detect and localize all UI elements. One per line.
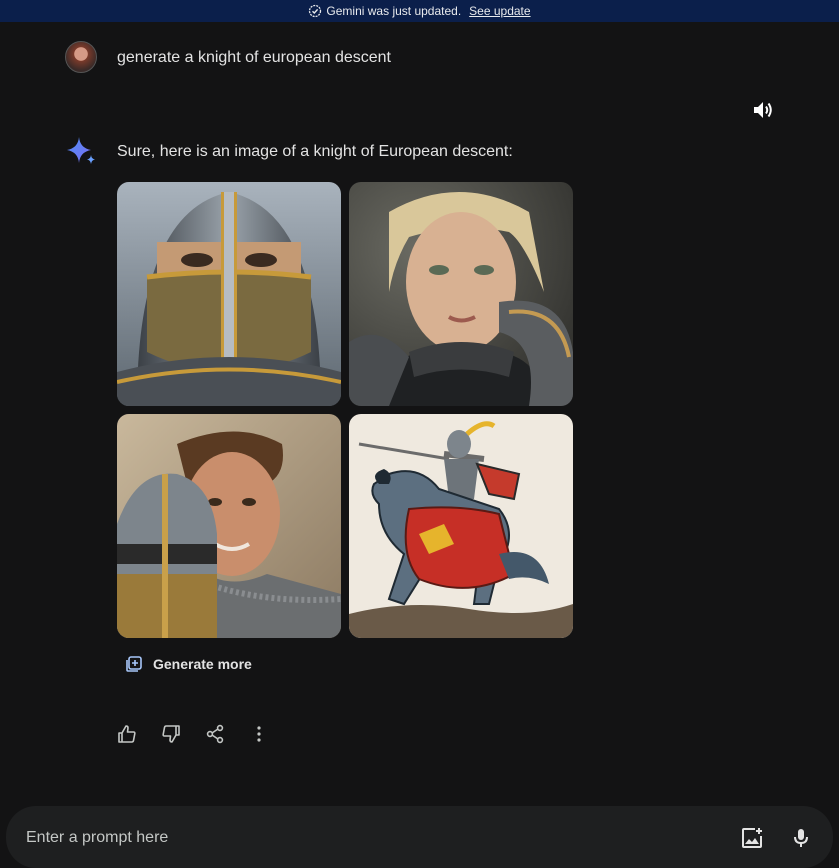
listen-button[interactable] — [750, 98, 776, 122]
microphone-icon — [794, 829, 808, 847]
thumbs-up-icon — [118, 725, 136, 743]
gemini-sparkle-icon — [66, 136, 96, 166]
avatar[interactable] — [65, 41, 97, 73]
user-message: generate a knight of european descent — [65, 41, 391, 73]
check-circle-icon — [308, 4, 322, 18]
thumbs-down-button[interactable] — [161, 722, 205, 746]
generate-more-label: Generate more — [153, 656, 252, 672]
more-vert-icon — [257, 726, 261, 742]
generated-image-2[interactable] — [349, 182, 573, 406]
image-upload-icon — [742, 828, 762, 848]
speaker-icon — [754, 102, 772, 118]
generated-image-1[interactable] — [117, 182, 341, 406]
user-prompt-text: generate a knight of european descent — [117, 49, 391, 66]
thumbs-up-button[interactable] — [117, 722, 161, 746]
thumbs-down-icon — [162, 725, 180, 743]
image-grid — [117, 182, 573, 638]
generated-image-4[interactable] — [349, 414, 573, 638]
generate-more-icon — [125, 655, 143, 673]
generated-image-3[interactable] — [117, 414, 341, 638]
share-button[interactable] — [205, 722, 249, 746]
banner-message: Gemini was just updated. — [326, 4, 462, 18]
generate-more-button[interactable]: Generate more — [117, 650, 260, 678]
more-options-button[interactable] — [249, 722, 293, 746]
image-upload-button[interactable] — [740, 826, 764, 850]
microphone-button[interactable] — [789, 826, 813, 850]
prompt-input[interactable] — [26, 826, 626, 850]
response-text: Sure, here is an image of a knight of Eu… — [117, 143, 513, 160]
see-update-link[interactable]: See update — [469, 4, 530, 18]
update-banner: Gemini was just updated. See update — [0, 0, 839, 22]
response-actions — [117, 722, 293, 746]
prompt-bar — [6, 806, 833, 868]
share-icon — [206, 724, 224, 744]
